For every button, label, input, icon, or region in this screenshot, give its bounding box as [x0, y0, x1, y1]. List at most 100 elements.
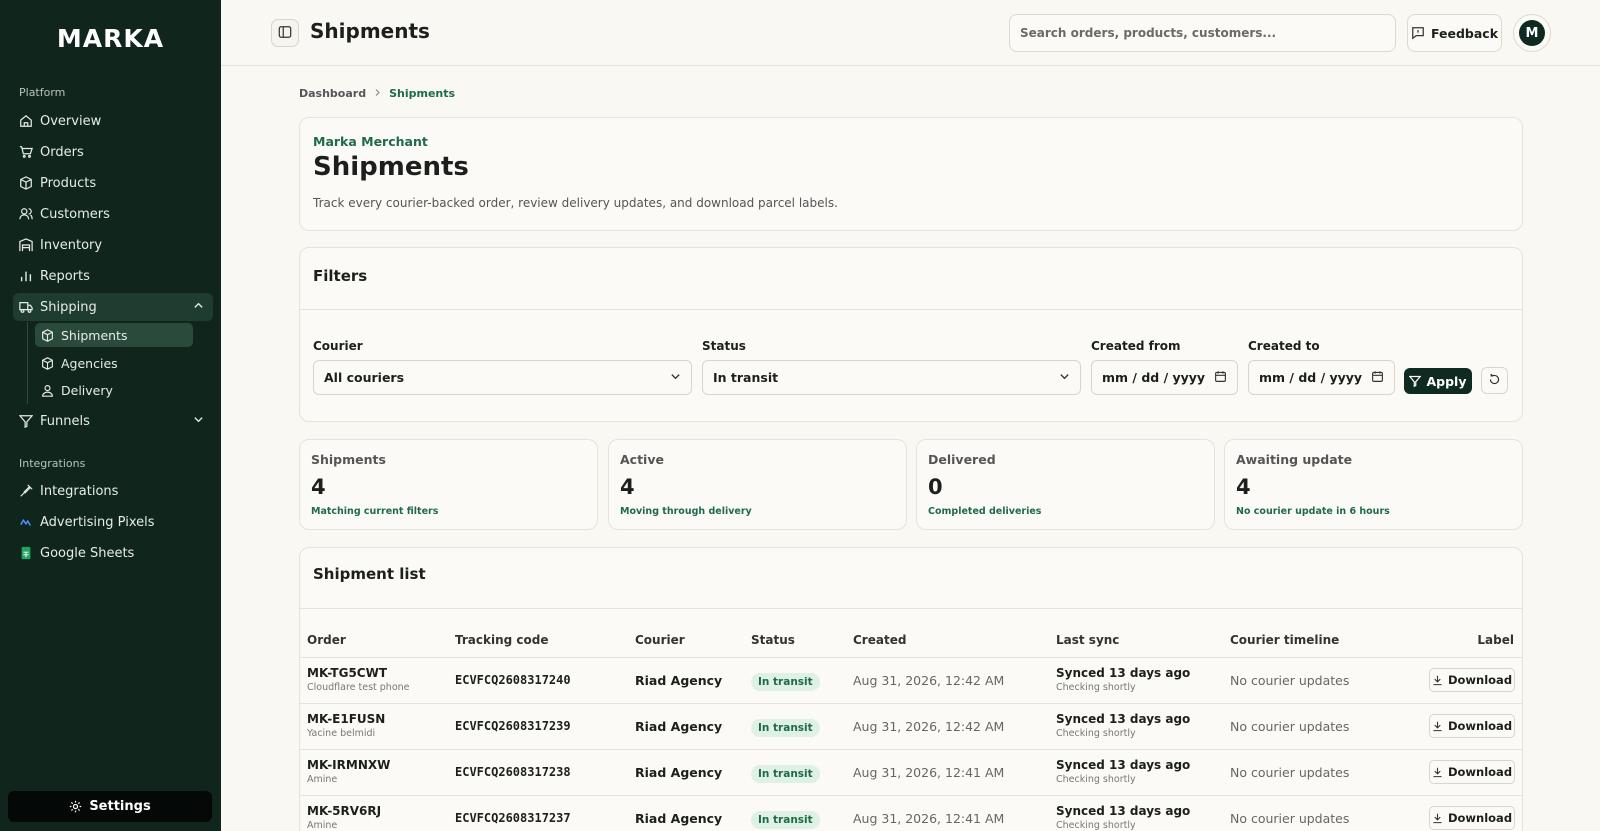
breadcrumb-current: Shipments: [389, 87, 456, 100]
sidebar-item-integrations[interactable]: Integrations: [13, 477, 213, 505]
stat-card-awaiting-update: Awaiting update 4 No courier update in 6…: [1224, 439, 1523, 530]
courier-select[interactable]: All couriers: [313, 360, 692, 395]
column-header-last-sync[interactable]: Last sync: [1056, 633, 1119, 647]
avatar: M: [1519, 20, 1545, 46]
column-header-created[interactable]: Created: [853, 633, 906, 647]
stat-label: Awaiting update: [1236, 452, 1353, 467]
last-sync: Synced 13 days ago: [1056, 804, 1191, 818]
courier-timeline: No courier updates: [1230, 811, 1350, 826]
breadcrumb-dashboard[interactable]: Dashboard: [299, 87, 366, 100]
download-label-button[interactable]: Download: [1429, 714, 1515, 738]
settings-button[interactable]: Settings: [8, 791, 212, 822]
created-date: Aug 31, 2026, 12:41 AM: [853, 765, 1005, 780]
sidebar-subitem-delivery[interactable]: Delivery: [35, 378, 193, 402]
table-row[interactable]: MK-TG5CWT Cloudflare test phone ECVFCQ26…: [300, 657, 1522, 703]
table-row[interactable]: MK-E1FUSN Yacine belmidi ECVFCQ260831723…: [300, 703, 1522, 749]
stat-value: 4: [620, 475, 635, 499]
last-sync: Synced 13 days ago: [1056, 712, 1191, 726]
sidebar-item-label: Overview: [40, 113, 102, 129]
courier-name: Riad Agency: [635, 719, 723, 734]
column-header-order[interactable]: Order: [307, 633, 346, 647]
created-from-input[interactable]: mm / dd / yyyy: [1091, 360, 1238, 395]
order-id[interactable]: MK-5RV6RJ: [307, 804, 381, 818]
order-id[interactable]: MK-E1FUSN: [307, 712, 385, 726]
order-id[interactable]: MK-TG5CWT: [307, 666, 410, 680]
feedback-label: Feedback: [1430, 25, 1499, 41]
user-icon: [41, 384, 54, 397]
bar-chart-icon: [19, 269, 33, 283]
status-badge: In transit: [751, 719, 820, 737]
sidebar-subitem-agencies[interactable]: Agencies: [35, 351, 193, 375]
stat-label: Shipments: [311, 452, 386, 467]
gear-icon: [69, 800, 82, 813]
user-menu-button[interactable]: M: [1513, 14, 1551, 52]
shipment-list-card: Shipment list Order Tracking code Courie…: [299, 547, 1523, 831]
table-row[interactable]: MK-5RV6RJ Amine ECVFCQ2608317237 Riad Ag…: [300, 795, 1522, 831]
stat-note: Completed deliveries: [928, 506, 1042, 517]
sidebar-item-label: Orders: [40, 144, 84, 160]
stat-note: Moving through delivery: [620, 506, 752, 517]
sidebar-item-reports[interactable]: Reports: [13, 262, 213, 290]
courier-label: Courier: [313, 339, 363, 353]
download-label: Download: [1447, 719, 1513, 733]
page-title: Shipments: [313, 152, 469, 182]
download-label-button[interactable]: Download: [1429, 668, 1515, 692]
chevron-down-icon: [193, 414, 204, 429]
sidebar-item-shipping[interactable]: Shipping: [13, 293, 213, 321]
status-badge: In transit: [751, 811, 820, 829]
status-label: Status: [702, 339, 746, 353]
download-label-button[interactable]: Download: [1429, 806, 1515, 830]
calendar-icon[interactable]: [1214, 370, 1227, 386]
reset-filters-button[interactable]: [1481, 367, 1508, 394]
divider: [300, 608, 1522, 609]
funnel-icon: [19, 414, 33, 428]
stat-card-active: Active 4 Moving through delivery: [608, 439, 907, 530]
app-logo: MARKA: [56, 24, 165, 53]
stat-value: 0: [928, 475, 943, 499]
created-to-value: mm / dd / yyyy: [1259, 370, 1363, 385]
plug-icon: [19, 484, 33, 498]
sidebar-item-overview[interactable]: Overview: [13, 107, 213, 135]
tracking-code: ECVFCQ2608317237: [455, 811, 571, 825]
last-sync: Synced 13 days ago: [1056, 758, 1191, 772]
search-input[interactable]: [1009, 14, 1396, 52]
sidebar-item-inventory[interactable]: Inventory: [13, 231, 213, 259]
order-id[interactable]: MK-IRMNXW: [307, 758, 390, 772]
sidebar-toggle-button[interactable]: [271, 19, 299, 47]
status-select-value: In transit: [713, 370, 779, 385]
feedback-button[interactable]: Feedback: [1407, 14, 1502, 52]
sidebar-item-funnels[interactable]: Funnels: [13, 407, 213, 435]
column-header-status[interactable]: Status: [751, 633, 795, 647]
top-bar: Shipments Feedback M: [221, 0, 1600, 66]
submenu-guide-line: [27, 322, 28, 404]
page-description: Track every courier-backed order, review…: [313, 196, 838, 210]
created-to-input[interactable]: mm / dd / yyyy: [1248, 360, 1395, 395]
column-header-courier-timeline[interactable]: Courier timeline: [1230, 633, 1339, 647]
sidebar-item-customers[interactable]: Customers: [13, 200, 213, 228]
column-header-courier[interactable]: Courier: [635, 633, 685, 647]
column-header-label[interactable]: Label: [1477, 633, 1514, 647]
chevron-right-icon: [373, 87, 382, 100]
sidebar-item-products[interactable]: Products: [13, 169, 213, 197]
sidebar-item-google-sheets[interactable]: Google Sheets: [13, 539, 213, 567]
customer-name: Cloudflare test phone: [307, 682, 410, 693]
download-label-button[interactable]: Download: [1429, 760, 1515, 784]
tracking-code: ECVFCQ2608317239: [455, 719, 571, 733]
sidebar-item-orders[interactable]: Orders: [13, 138, 213, 166]
sync-status: Checking shortly: [1056, 682, 1136, 693]
sidebar-item-label: Google Sheets: [40, 545, 135, 561]
download-icon: [1432, 767, 1443, 778]
status-select[interactable]: In transit: [702, 360, 1081, 395]
table-row[interactable]: MK-IRMNXW Amine ECVFCQ2608317238 Riad Ag…: [300, 749, 1522, 795]
calendar-icon[interactable]: [1371, 370, 1384, 386]
apply-filters-button[interactable]: Apply: [1404, 368, 1472, 394]
sidebar-subitem-label: Shipments: [61, 327, 128, 343]
download-label: Download: [1447, 765, 1513, 779]
chevron-down-icon: [1059, 370, 1070, 385]
download-label: Download: [1447, 673, 1513, 687]
courier-timeline: No courier updates: [1230, 673, 1350, 688]
column-header-tracking-code[interactable]: Tracking code: [455, 633, 549, 647]
sidebar-subitem-shipments[interactable]: Shipments: [35, 323, 193, 347]
sidebar-subitem-label: Delivery: [61, 382, 113, 398]
sidebar-item-advertising-pixels[interactable]: Advertising Pixels: [13, 508, 213, 536]
